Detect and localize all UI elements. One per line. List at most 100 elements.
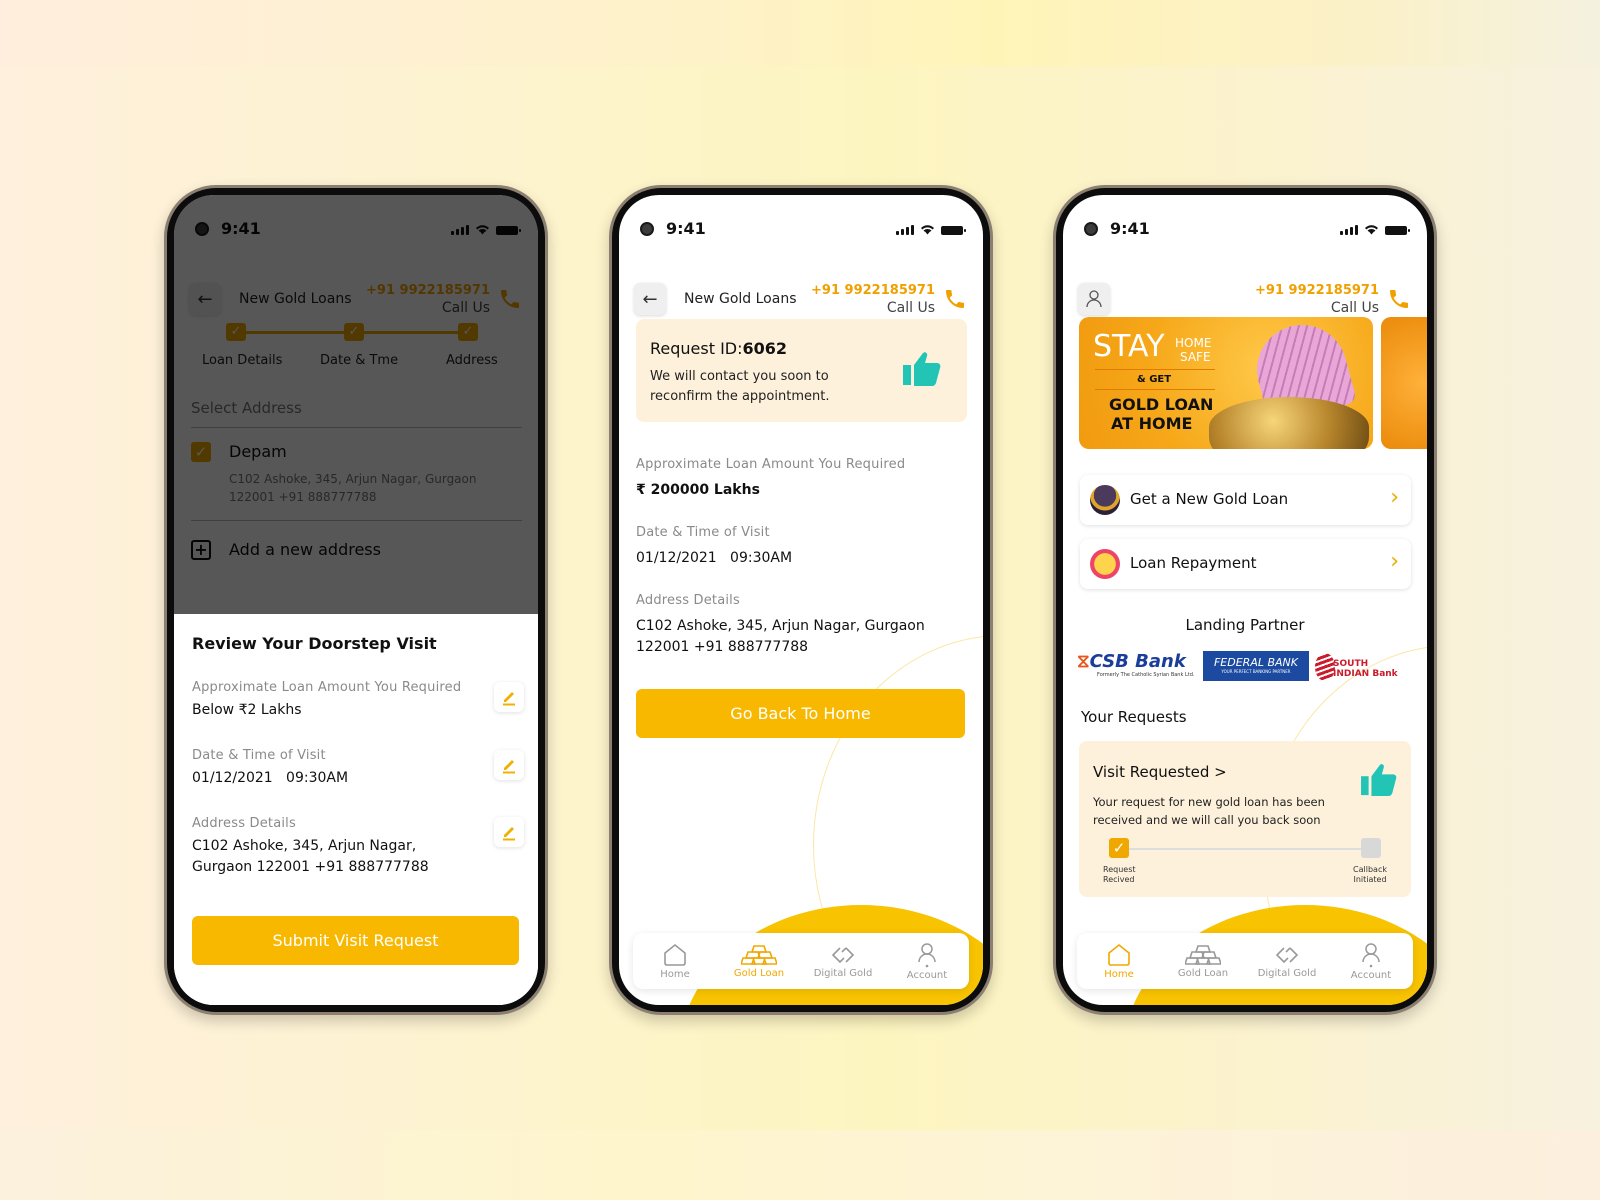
request-card-message: Your request for new gold loan has been — [1093, 795, 1325, 809]
gold-jewel-icon — [1090, 485, 1120, 515]
status-time: 9:41 — [1110, 219, 1150, 238]
status-track — [1115, 848, 1371, 850]
bottom-nav: Home Gold Loan Digital Gold Account — [633, 933, 969, 989]
review-sheet: Review Your Doorstep Visit Approximate L… — [174, 614, 538, 1005]
back-button[interactable]: ← — [634, 283, 666, 315]
date-time-label: Date & Time of Visit — [636, 525, 770, 540]
wifi-icon — [921, 225, 934, 235]
camera-icon — [1084, 222, 1098, 236]
step-check-icon: ✓ — [1109, 838, 1129, 858]
call-us-label: Call Us — [1330, 300, 1379, 316]
battery-icon — [1385, 226, 1410, 235]
battery-icon — [941, 226, 966, 235]
phone-icon[interactable] — [1387, 287, 1411, 311]
partner-south-indian-bank: SOUTH INDIAN Bank — [1315, 653, 1407, 683]
account-icon — [918, 942, 936, 967]
support-phone-link[interactable]: +91 9922185971 — [811, 283, 935, 298]
nav-label: Account — [906, 969, 948, 981]
digital-gold-icon — [831, 946, 855, 963]
phone-icon[interactable] — [943, 287, 967, 311]
nav-label: Digital Gold — [813, 967, 873, 979]
partner-csb-bank: ⧖CSB Bank Formerly The Catholic Syrian B… — [1077, 651, 1195, 678]
your-requests-title: Your Requests — [1081, 708, 1187, 726]
status-time: 9:41 — [666, 219, 706, 238]
address-details-label: Address Details — [192, 816, 296, 831]
loan-amount-value: ₹ 200000 Lakhs — [636, 482, 760, 498]
nav-label: Home — [660, 968, 690, 980]
step-label: Request Recived — [1103, 865, 1136, 884]
nav-gold-loan[interactable]: Gold Loan — [1163, 944, 1243, 979]
status-bar: 9:41 — [1063, 195, 1427, 245]
go-home-button[interactable]: Go Back To Home — [636, 689, 965, 738]
signal-icon — [896, 225, 914, 235]
screen-request-confirmation: 9:41 ← New Gold Loans +91 9922185971 Cal… — [619, 195, 983, 1005]
menu-loan-repayment[interactable]: Loan Repayment › — [1080, 539, 1411, 589]
nav-label: Gold Loan — [733, 967, 785, 979]
address-details-line: Gurgaon 122001 +91 888777788 — [192, 859, 429, 875]
header-title: New Gold Loans — [684, 291, 797, 307]
edit-address-button[interactable] — [494, 817, 524, 847]
partner-tagline: YOUR PERFECT BANKING PARTNER — [1221, 669, 1291, 674]
date-time-value: 01/12/2021 09:30AM — [636, 550, 793, 566]
menu-label: Loan Repayment — [1130, 554, 1257, 572]
request-card-title[interactable]: Visit Requested > — [1093, 763, 1227, 781]
partner-name: CSB Bank — [1089, 651, 1186, 672]
home-icon — [664, 943, 686, 966]
review-title: Review Your Doorstep Visit — [192, 634, 437, 653]
request-status-card[interactable]: Visit Requested > Your request for new g… — [1079, 741, 1411, 897]
edit-loan-button[interactable] — [494, 682, 524, 712]
csb-logo-icon: ⧖ — [1077, 651, 1090, 672]
partner-tagline: Formerly The Catholic Syrian Bank Ltd. — [1097, 672, 1195, 678]
nav-label: Gold Loan — [1177, 967, 1229, 979]
wifi-icon — [1365, 225, 1378, 235]
repayment-icon — [1090, 549, 1120, 579]
screen-home: 9:41 +91 9922185971 Call Us STAY HOME SA… — [1063, 195, 1427, 1005]
date-time-label: Date & Time of Visit — [192, 748, 326, 763]
nav-home[interactable]: Home — [1079, 943, 1159, 980]
loan-amount-label: Approximate Loan Amount You Required — [636, 457, 906, 472]
support-phone-link[interactable]: +91 9922185971 — [1255, 283, 1379, 298]
arrow-left-icon: ← — [642, 288, 658, 310]
phone-review-visit: 9:41 ← New Gold Loans +91 9922185971 Cal… — [164, 185, 548, 1015]
partner-title: Landing Partner — [1185, 616, 1305, 634]
chevron-right-icon: › — [1390, 485, 1399, 510]
modal-overlay[interactable] — [174, 195, 538, 614]
date-time-value: 01/12/2021 09:30AM — [192, 770, 349, 786]
request-message: reconfirm the appointment. — [650, 389, 830, 404]
request-card-message: received and we will call you back soon — [1093, 813, 1321, 827]
thumbs-up-icon — [903, 352, 941, 386]
chevron-right-icon: › — [1390, 549, 1399, 574]
request-id: 6062 — [742, 339, 788, 358]
promo-banner-next[interactable] — [1381, 317, 1427, 449]
signal-icon — [1340, 225, 1358, 235]
nav-account[interactable]: Account — [1331, 942, 1411, 981]
menu-new-gold-loan[interactable]: Get a New Gold Loan › — [1080, 475, 1411, 525]
edit-date-button[interactable] — [494, 750, 524, 780]
nav-digital-gold[interactable]: Digital Gold — [803, 944, 883, 979]
partner-logos: ⧖CSB Bank Formerly The Catholic Syrian B… — [1077, 651, 1415, 683]
digital-gold-icon — [1275, 946, 1299, 963]
gold-bars-icon — [1185, 944, 1221, 965]
step-pending-icon — [1361, 838, 1381, 858]
nav-home[interactable]: Home — [635, 943, 715, 980]
promo-banner[interactable]: STAY HOME SAFE & GET GOLD LOAN AT HOME — [1079, 317, 1373, 449]
phone-home: 9:41 +91 9922185971 Call Us STAY HOME SA… — [1053, 185, 1437, 1015]
partner-name: SOUTH INDIAN Bank — [1333, 659, 1398, 679]
thumbs-up-icon — [1361, 764, 1397, 797]
screen-review-visit: 9:41 ← New Gold Loans +91 9922185971 Cal… — [174, 195, 538, 1005]
header: ← New Gold Loans +91 9922185971 Call Us — [619, 283, 983, 323]
profile-button[interactable] — [1078, 283, 1110, 315]
gold-jewellery-image — [1209, 397, 1369, 449]
address-details-line: C102 Ashoke, 345, Arjun Nagar, — [192, 838, 417, 854]
nav-digital-gold[interactable]: Digital Gold — [1247, 944, 1327, 979]
nav-label: Account — [1350, 969, 1392, 981]
nav-gold-loan[interactable]: Gold Loan — [719, 944, 799, 979]
submit-visit-button[interactable]: Submit Visit Request — [192, 916, 519, 965]
request-message: We will contact you soon to — [650, 369, 829, 384]
status-bar: 9:41 — [619, 195, 983, 245]
step-label: Callback Initiated — [1353, 865, 1387, 884]
request-id-prefix: Request ID: — [650, 339, 743, 358]
loan-amount-value: Below ₹2 Lakhs — [192, 702, 302, 718]
nav-account[interactable]: Account — [887, 942, 967, 981]
pencil-icon — [503, 760, 515, 774]
